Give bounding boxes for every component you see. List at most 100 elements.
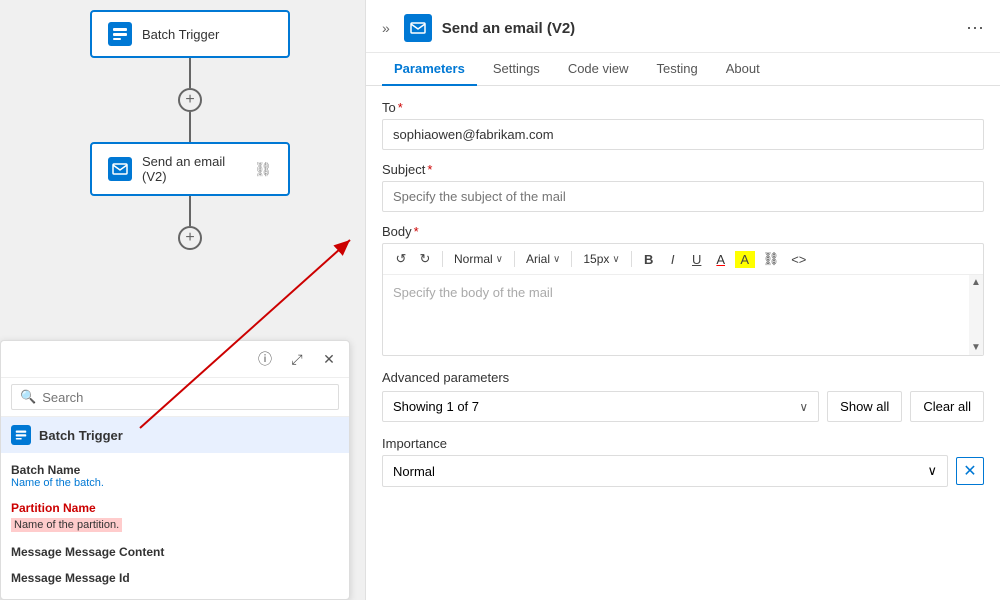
importance-arrow: ∨ xyxy=(927,463,937,479)
send-email-label: Send an email (V2) xyxy=(142,154,244,184)
link-button[interactable]: ⛓ xyxy=(759,249,784,269)
importance-dropdown[interactable]: Normal ∨ xyxy=(382,455,948,487)
toolbar-sep-2 xyxy=(514,251,515,267)
subject-label-text: Subject xyxy=(382,162,425,177)
body-content-area: Specify the body of the mail ▲ ▼ xyxy=(383,275,983,355)
size-dropdown[interactable]: 15px ∨ xyxy=(579,250,623,268)
item-name-2: Message Message Content xyxy=(11,545,339,559)
body-placeholder: Specify the body of the mail xyxy=(393,285,553,300)
add-step-2[interactable]: + xyxy=(178,226,202,250)
style-dropdown[interactable]: Normal ∨ xyxy=(450,250,507,268)
close-panel-button[interactable]: ✕ xyxy=(317,347,341,371)
font-dropdown[interactable]: Arial ∨ xyxy=(522,250,564,268)
to-input[interactable] xyxy=(382,119,984,150)
info-button[interactable]: ⓘ xyxy=(253,347,277,371)
bold-button[interactable]: B xyxy=(639,250,659,269)
tabs-bar: Parameters Settings Code view Testing Ab… xyxy=(366,53,1000,86)
list-item[interactable]: Message Message Id xyxy=(11,565,339,591)
add-step-1[interactable]: + xyxy=(178,88,202,112)
more-options-button[interactable]: ⋯ xyxy=(966,18,984,39)
panel-title: Send an email (V2) xyxy=(442,20,956,37)
batch-trigger-node[interactable]: Batch Trigger xyxy=(90,10,290,58)
batch-trigger-icon xyxy=(108,22,132,46)
section-icon xyxy=(11,425,31,445)
advanced-params-section: Advanced parameters Showing 1 of 7 ∨ Sho… xyxy=(382,370,984,422)
body-input[interactable]: Specify the body of the mail xyxy=(383,275,983,355)
font-label: Arial xyxy=(526,252,550,266)
dynamic-content-panel: ⓘ ⤢ ✕ 🔍 Batch Trigger Batch Name Name of… xyxy=(0,340,350,600)
highlight-button[interactable]: A xyxy=(735,251,755,268)
send-email-icon xyxy=(108,157,132,181)
send-email-node[interactable]: Send an email (V2) ⛓ xyxy=(90,142,290,196)
right-panel: » Send an email (V2) ⋯ Parameters Settin… xyxy=(365,0,1000,600)
tab-parameters[interactable]: Parameters xyxy=(382,53,477,86)
undo-button[interactable]: ↺ xyxy=(391,249,411,269)
body-scrollbar: ▲ ▼ xyxy=(969,275,983,355)
toolbar-sep-1 xyxy=(442,251,443,267)
code-button[interactable]: <> xyxy=(787,250,810,269)
resize-button[interactable]: ⤢ xyxy=(285,347,309,371)
email-node-icon xyxy=(404,14,432,42)
size-label: 15px xyxy=(583,252,609,266)
adv-dropdown-arrow: ∨ xyxy=(799,400,808,414)
search-input-wrap: 🔍 xyxy=(11,384,339,410)
italic-button[interactable]: I xyxy=(663,250,683,269)
font-chevron: ∨ xyxy=(553,254,560,265)
list-item[interactable]: Message Message Content xyxy=(11,539,339,565)
toolbar-sep-3 xyxy=(571,251,572,267)
search-icon: 🔍 xyxy=(20,389,36,405)
section-label: Batch Trigger xyxy=(39,428,123,443)
body-required: * xyxy=(414,224,419,239)
clear-all-button[interactable]: Clear all xyxy=(910,391,984,422)
subject-label: Subject* xyxy=(382,162,984,177)
subject-input[interactable] xyxy=(382,181,984,212)
item-name-3: Message Message Id xyxy=(11,571,339,585)
batch-trigger-label: Batch Trigger xyxy=(142,27,219,42)
adv-dropdown-value: Showing 1 of 7 xyxy=(393,399,479,414)
tab-about[interactable]: About xyxy=(714,53,772,86)
importance-section: Importance Normal ∨ ✕ xyxy=(382,436,984,487)
underline-button[interactable]: U xyxy=(687,250,707,269)
item-name-0: Batch Name xyxy=(11,463,339,477)
close-importance-icon: ✕ xyxy=(963,461,976,481)
connector-2 xyxy=(189,112,191,142)
connector-1 xyxy=(189,58,191,88)
scroll-down-arrow[interactable]: ▼ xyxy=(971,342,981,353)
body-toolbar: ↺ ↻ Normal ∨ Arial ∨ 15px ∨ B xyxy=(383,244,983,275)
body-label: Body* xyxy=(382,224,984,239)
close-importance-button[interactable]: ✕ xyxy=(956,457,984,485)
advanced-params-row: Showing 1 of 7 ∨ Show all Clear all xyxy=(382,391,984,422)
tab-code-view[interactable]: Code view xyxy=(556,53,641,86)
advanced-params-label: Advanced parameters xyxy=(382,370,984,385)
font-color-button[interactable]: A xyxy=(711,250,731,269)
list-item[interactable]: Partition Name Name of the partition. xyxy=(11,495,339,539)
tab-settings[interactable]: Settings xyxy=(481,53,552,86)
panel-header: ⓘ ⤢ ✕ xyxy=(1,341,349,378)
expand-icon[interactable]: » xyxy=(382,20,390,36)
panel-title-bar: » Send an email (V2) ⋯ xyxy=(366,0,1000,53)
advanced-params-dropdown[interactable]: Showing 1 of 7 ∨ xyxy=(382,391,819,422)
toolbar-sep-4 xyxy=(631,251,632,267)
to-label: To* xyxy=(382,100,984,115)
list-item[interactable]: Batch Name Name of the batch. xyxy=(11,457,339,495)
show-all-button[interactable]: Show all xyxy=(827,391,902,422)
search-input[interactable] xyxy=(42,390,330,405)
dynamic-items-list: Batch Name Name of the batch. Partition … xyxy=(1,453,349,599)
node-link-icon: ⛓ xyxy=(254,161,272,178)
item-desc-0: Name of the batch. xyxy=(11,477,339,489)
workflow-area: Batch Trigger + Send an email (V2) ⛓ + xyxy=(50,10,330,250)
style-chevron: ∨ xyxy=(496,254,503,265)
search-box: 🔍 xyxy=(1,378,349,417)
body-editor: ↺ ↻ Normal ∨ Arial ∨ 15px ∨ B xyxy=(382,243,984,356)
item-name-1: Partition Name xyxy=(11,501,339,515)
to-required: * xyxy=(398,100,403,115)
redo-button[interactable]: ↻ xyxy=(415,249,435,269)
style-label: Normal xyxy=(454,252,493,266)
importance-value: Normal xyxy=(393,464,435,479)
size-chevron: ∨ xyxy=(612,254,619,265)
workflow-canvas: Batch Trigger + Send an email (V2) ⛓ + ⓘ… xyxy=(0,0,365,600)
scroll-up-arrow[interactable]: ▲ xyxy=(971,277,981,288)
batch-trigger-section-header: Batch Trigger xyxy=(1,417,349,453)
tab-testing[interactable]: Testing xyxy=(645,53,710,86)
subject-required: * xyxy=(427,162,432,177)
